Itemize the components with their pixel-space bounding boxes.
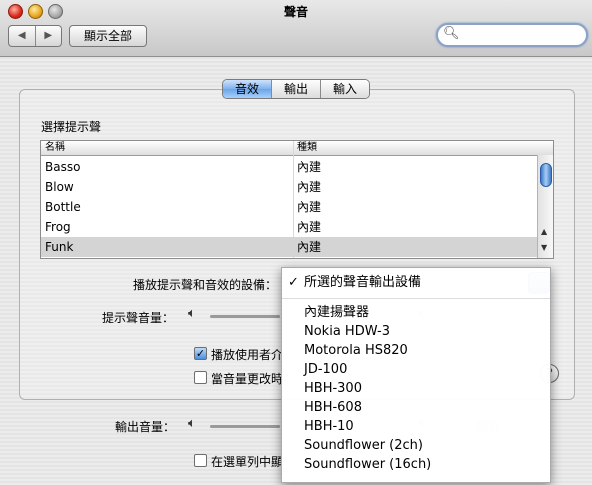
menu-item-label: Soundflower (16ch) bbox=[304, 457, 432, 472]
window-title: 聲音 bbox=[283, 5, 308, 19]
alert-sound-section-label: 選擇提示聲 bbox=[41, 120, 102, 134]
output-volume-slider[interactable] bbox=[210, 425, 280, 428]
row-kind: 內建 bbox=[297, 160, 322, 174]
menu-item-label: HBH-608 bbox=[304, 400, 362, 415]
menu-item-soundflower-16ch[interactable]: Soundflower (16ch) bbox=[282, 455, 550, 474]
alert-volume-slider[interactable] bbox=[210, 315, 280, 318]
column-header-name[interactable]: 名稱 bbox=[45, 141, 65, 155]
menu-item-label: Soundflower (2ch) bbox=[304, 438, 423, 453]
title-bar: 聲音 ◀ ▶ 顯示全部 🔍︎ bbox=[0, 0, 592, 57]
table-row[interactable]: Bottle 內建 bbox=[41, 197, 537, 217]
menu-item-label: Motorola HS820 bbox=[304, 343, 408, 358]
scroll-down-arrow-icon[interactable]: ▼ bbox=[541, 243, 547, 252]
output-speaker-low-icon: 🔈︎ bbox=[188, 416, 196, 431]
menu-item-hbh10[interactable]: HBH-10 bbox=[282, 417, 550, 436]
menu-item-nokia-hdw3[interactable]: Nokia HDW-3 bbox=[282, 322, 550, 341]
device-label: 播放提示聲和音效的設備： bbox=[133, 278, 278, 292]
column-header-kind[interactable]: 種類 bbox=[297, 141, 317, 155]
menu-item-selected-output[interactable]: ✓ 所選的聲音輸出設備 bbox=[282, 273, 550, 292]
menu-item-label: JD-100 bbox=[304, 362, 348, 377]
tab-output[interactable]: 輸出 bbox=[272, 80, 322, 98]
row-kind: 內建 bbox=[297, 200, 322, 214]
menu-item-hbh608[interactable]: HBH-608 bbox=[282, 398, 550, 417]
menu-item-motorola-hs820[interactable]: Motorola HS820 bbox=[282, 341, 550, 360]
row-name: Frog bbox=[45, 220, 71, 234]
row-name: Bottle bbox=[45, 200, 81, 214]
search-field[interactable]: 🔍︎ bbox=[436, 23, 588, 47]
menu-item-label: 所選的聲音輸出設備 bbox=[304, 275, 422, 290]
tab-bar: 音效 輸出 輸入 bbox=[222, 79, 371, 99]
table-row[interactable]: Basso 內建 bbox=[41, 157, 537, 177]
search-icon: 🔍︎ bbox=[443, 26, 460, 41]
table-scrollbar[interactable]: ▲ ▼ bbox=[537, 155, 553, 258]
output-volume-label: 輸出音量： bbox=[115, 420, 176, 434]
row-kind: 內建 bbox=[297, 240, 322, 254]
scrollbar-thumb[interactable] bbox=[540, 163, 552, 187]
menubar-volume-checkbox[interactable] bbox=[194, 454, 207, 467]
table-row-selected[interactable]: Funk 內建 bbox=[41, 237, 537, 257]
row-name: Funk bbox=[45, 240, 74, 254]
checkmark-icon: ✓ bbox=[288, 275, 299, 290]
output-device-menu: ✓ 所選的聲音輸出設備 內建揚聲器 Nokia HDW-3 Motorola H… bbox=[281, 267, 551, 483]
row-kind: 內建 bbox=[297, 220, 322, 234]
ui-sound-effects-label: 播放使用者介 bbox=[211, 348, 284, 362]
table-header: 名稱 種類 bbox=[41, 141, 553, 156]
tab-sound-effects[interactable]: 音效 bbox=[223, 80, 273, 98]
alert-volume-label: 提示聲音量： bbox=[102, 311, 175, 325]
back-forward-control: ◀ ▶ bbox=[8, 25, 62, 47]
menu-item-hbh300[interactable]: HBH-300 bbox=[282, 379, 550, 398]
menu-separator bbox=[282, 298, 550, 299]
volume-feedback-checkbox[interactable] bbox=[194, 371, 207, 384]
scroll-up-arrow-icon[interactable]: ▲ bbox=[541, 227, 547, 236]
menu-item-jd100[interactable]: JD-100 bbox=[282, 360, 550, 379]
sound-preferences-window: 聲音 ◀ ▶ 顯示全部 🔍︎ 音效 輸出 輸入 選擇提示聲 名稱 種類 Bass… bbox=[0, 0, 592, 485]
back-button[interactable]: ◀ bbox=[9, 26, 36, 46]
alert-sound-table: 名稱 種類 Basso 內建 Blow 內建 Bottle 內建 Frog 內建… bbox=[40, 140, 554, 259]
menubar-volume-label: 在選單列中顯 bbox=[211, 455, 284, 469]
speaker-low-icon: 🔈︎ bbox=[188, 306, 196, 321]
table-row[interactable]: Blow 內建 bbox=[41, 177, 537, 197]
menu-item-builtin-speakers[interactable]: 內建揚聲器 bbox=[282, 303, 550, 322]
menu-item-label: HBH-10 bbox=[304, 419, 354, 434]
volume-feedback-label: 當音量更改時 bbox=[211, 372, 284, 386]
show-all-button[interactable]: 顯示全部 bbox=[69, 25, 147, 47]
table-row[interactable]: Frog 內建 bbox=[41, 217, 537, 237]
menu-item-label: HBH-300 bbox=[304, 381, 362, 396]
menu-item-label: Nokia HDW-3 bbox=[304, 324, 390, 339]
forward-button[interactable]: ▶ bbox=[36, 26, 62, 46]
tab-input[interactable]: 輸入 bbox=[321, 80, 370, 98]
row-name: Basso bbox=[45, 160, 81, 174]
ui-sound-effects-checkbox[interactable]: ✓ bbox=[194, 347, 207, 360]
row-name: Blow bbox=[45, 180, 74, 194]
menu-item-soundflower-2ch[interactable]: Soundflower (2ch) bbox=[282, 436, 550, 455]
row-kind: 內建 bbox=[297, 180, 322, 194]
menu-item-label: 內建揚聲器 bbox=[304, 305, 370, 320]
